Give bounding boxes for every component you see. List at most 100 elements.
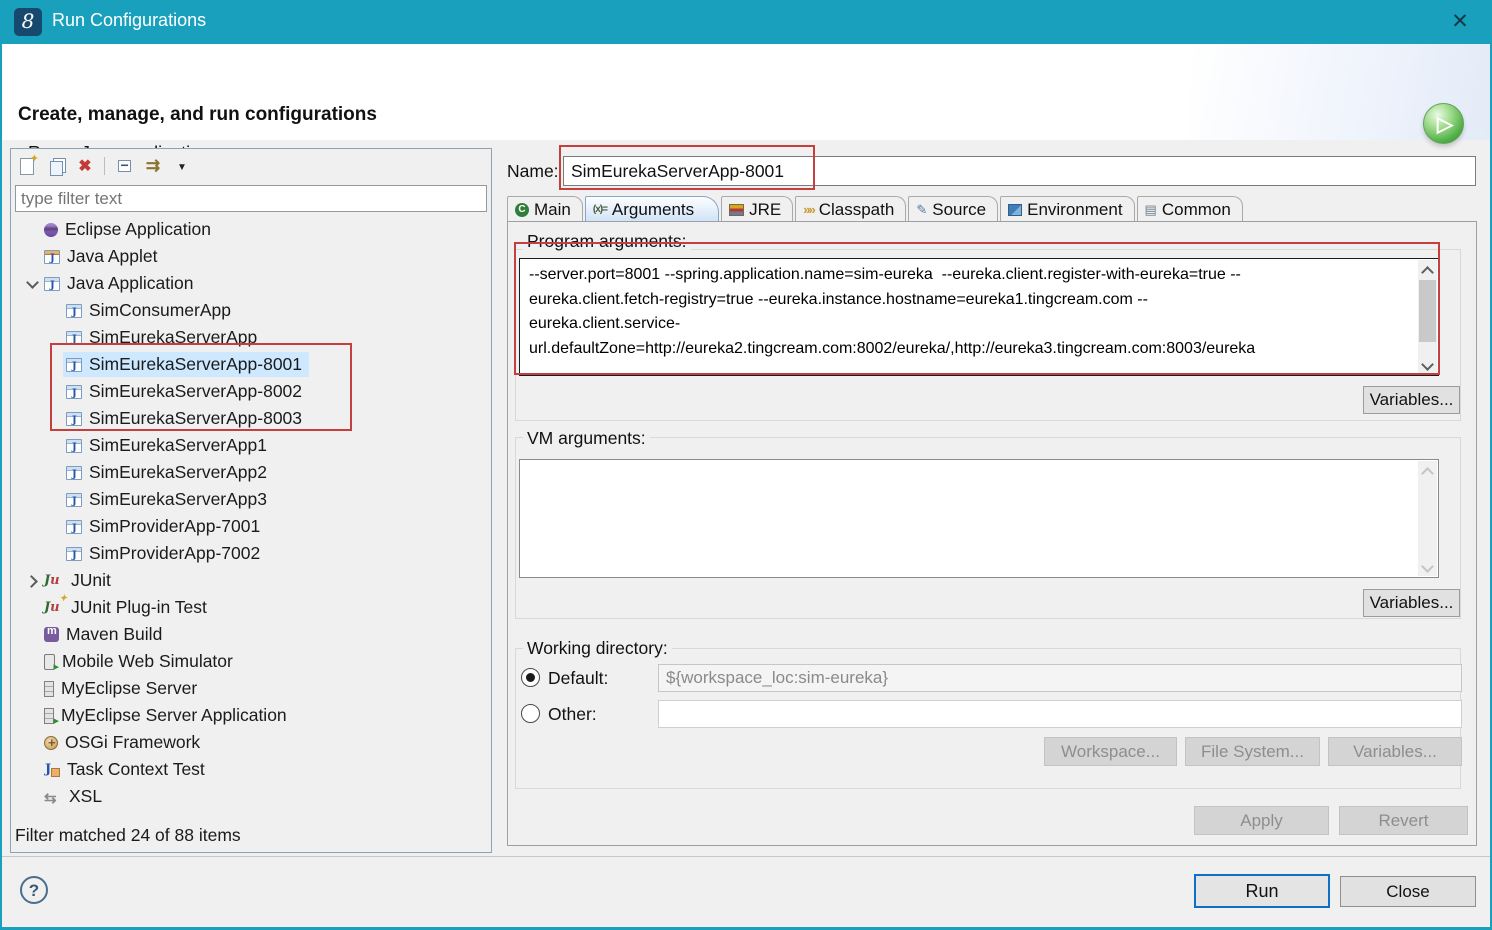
tree-item-simeurekaserverapp-8001[interactable]: SimEurekaServerApp-8001	[11, 351, 491, 378]
java-run-config-icon	[66, 520, 82, 534]
new-configuration-button[interactable]	[17, 156, 37, 176]
tree-item-simproviderapp-7002[interactable]: SimProviderApp-7002	[11, 540, 491, 567]
program-arguments-variables-button[interactable]: Variables...	[1363, 386, 1460, 414]
source-tab-icon: ✎	[916, 202, 927, 218]
environment-tab-icon	[1008, 204, 1022, 216]
delete-button[interactable]	[75, 156, 95, 176]
scroll-up-icon[interactable]	[1423, 265, 1432, 274]
tree-item-osgi-framework[interactable]: OSGi Framework	[11, 729, 491, 756]
scrollbar-thumb[interactable]	[1419, 280, 1436, 342]
default-directory-input[interactable]	[658, 664, 1462, 692]
tab-label: Main	[534, 200, 571, 220]
other-radio-label: Other:	[548, 704, 597, 725]
title-bar[interactable]: 8 Run Configurations ✕	[2, 0, 1490, 44]
other-radio[interactable]	[521, 704, 540, 723]
duplicate-button[interactable]	[46, 156, 66, 176]
tree-item-simeurekaserverapp-8002[interactable]: SimEurekaServerApp-8002	[11, 378, 491, 405]
tree-item-content: JuJUnit Plug-in Test	[41, 595, 214, 620]
filter-input[interactable]	[15, 185, 487, 212]
java-run-config-icon	[66, 493, 82, 507]
footer-divider	[2, 856, 1490, 857]
tree-item-simconsumerapp[interactable]: SimConsumerApp	[11, 297, 491, 324]
close-button[interactable]: Close	[1340, 876, 1476, 907]
tree-item-mobile-web-simulator[interactable]: Mobile Web Simulator	[11, 648, 491, 675]
filter-status: Filter matched 24 of 88 items	[15, 825, 241, 846]
scroll-up-icon[interactable]	[1423, 466, 1432, 475]
tree-item-task-context-test[interactable]: Task Context Test	[11, 756, 491, 783]
vm-arguments-variables-button[interactable]: Variables...	[1363, 589, 1460, 617]
tree-item-java-application[interactable]: Java Application	[11, 270, 491, 297]
collapse-all-button[interactable]	[114, 156, 134, 176]
chevron-collapsed-icon[interactable]	[25, 573, 41, 589]
myeclipse-server-icon	[44, 681, 54, 697]
tab-jre[interactable]: JRE	[721, 196, 793, 222]
tree-item-content: OSGi Framework	[41, 730, 207, 755]
apply-button[interactable]: Apply	[1194, 806, 1329, 835]
tree-item-label: Eclipse Application	[65, 219, 211, 240]
common-tab-icon: ▤	[1145, 202, 1157, 218]
file-system-button[interactable]: File System...	[1185, 737, 1320, 766]
java-application-icon	[44, 277, 60, 291]
tree-item-content: SimProviderApp-7002	[63, 541, 267, 566]
run-button[interactable]: Run	[1194, 874, 1330, 908]
filter-button[interactable]	[143, 156, 163, 176]
tree-item-simeurekaserverapp[interactable]: SimEurekaServerApp	[11, 324, 491, 351]
name-input[interactable]	[563, 156, 1476, 186]
configurations-tree: Eclipse Application Java AppletJava Appli…	[11, 216, 491, 810]
tree-item-simproviderapp-7001[interactable]: SimProviderApp-7001	[11, 513, 491, 540]
tree-item-label: XSL	[69, 786, 102, 807]
tree-item-content: SimEurekaServerApp1	[63, 433, 274, 458]
tab-label: Arguments	[612, 200, 694, 220]
scroll-down-icon[interactable]	[1423, 562, 1432, 571]
tree-item-eclipse-application[interactable]: Eclipse Application	[11, 216, 491, 243]
classpath-tab-icon: »»	[803, 202, 813, 217]
tree-item-content: SimEurekaServerApp-8003	[63, 406, 309, 431]
tab-source[interactable]: ✎Source	[908, 196, 998, 222]
help-icon[interactable]: ?	[20, 876, 48, 904]
tree-item-label: JUnit Plug-in Test	[71, 597, 207, 618]
java-run-config-icon	[66, 439, 82, 453]
tree-item-junit-plug-in-test[interactable]: JuJUnit Plug-in Test	[11, 594, 491, 621]
tree-item-simeurekaserverapp3[interactable]: SimEurekaServerApp3	[11, 486, 491, 513]
tree-item-simeurekaserverapp-8003[interactable]: SimEurekaServerApp-8003	[11, 405, 491, 432]
default-radio[interactable]	[521, 668, 540, 687]
revert-button[interactable]: Revert	[1339, 806, 1468, 835]
working-directory-variables-button[interactable]: Variables...	[1328, 737, 1462, 766]
tab-arguments[interactable]: (x)=Arguments	[585, 196, 719, 222]
working-directory-label: Working directory:	[523, 638, 672, 659]
tree-item-myeclipse-server-application[interactable]: MyEclipse Server Application	[11, 702, 491, 729]
program-arguments-textarea[interactable]: --server.port=8001 --spring.application.…	[519, 258, 1439, 376]
tree-item-content: Java Applet	[41, 244, 164, 269]
tree-item-myeclipse-server[interactable]: MyEclipse Server	[11, 675, 491, 702]
java-run-config-icon	[66, 304, 82, 318]
task-context-test-icon	[44, 762, 60, 777]
scroll-down-icon[interactable]	[1423, 360, 1432, 369]
tab-common[interactable]: ▤Common	[1137, 196, 1243, 222]
vm-arguments-scrollbar[interactable]	[1418, 461, 1437, 576]
close-icon[interactable]: ✕	[1440, 6, 1480, 38]
tree-item-label: SimEurekaServerApp-8003	[89, 408, 302, 429]
tab-main[interactable]: C Main	[507, 196, 583, 222]
tree-item-label: MyEclipse Server Application	[61, 705, 287, 726]
program-arguments-label: Program arguments:	[523, 231, 691, 252]
program-arguments-scrollbar[interactable]	[1418, 260, 1437, 374]
vm-arguments-textarea[interactable]	[519, 459, 1439, 578]
other-directory-input[interactable]	[658, 700, 1462, 728]
tree-item-junit[interactable]: JuJUnit	[11, 567, 491, 594]
tree-item-java-applet[interactable]: Java Applet	[11, 243, 491, 270]
menu-dropdown-icon	[177, 157, 187, 175]
tab-classpath[interactable]: »»Classpath	[795, 196, 906, 222]
delete-icon	[78, 156, 91, 176]
menu-dropdown-button[interactable]	[172, 156, 192, 176]
java-run-config-icon	[66, 466, 82, 480]
main-tab-icon: C	[515, 203, 529, 217]
tab-environment[interactable]: Environment	[1000, 196, 1134, 222]
tree-item-simeurekaserverapp2[interactable]: SimEurekaServerApp2	[11, 459, 491, 486]
tree-item-simeurekaserverapp1[interactable]: SimEurekaServerApp1	[11, 432, 491, 459]
workspace-button[interactable]: Workspace...	[1044, 737, 1177, 766]
window-title: Run Configurations	[52, 10, 206, 31]
chevron-expanded-icon[interactable]	[25, 276, 41, 292]
tree-item-maven-build[interactable]: Maven Build	[11, 621, 491, 648]
java-run-config-icon	[66, 385, 82, 399]
tree-item-xsl[interactable]: XSL	[11, 783, 491, 810]
